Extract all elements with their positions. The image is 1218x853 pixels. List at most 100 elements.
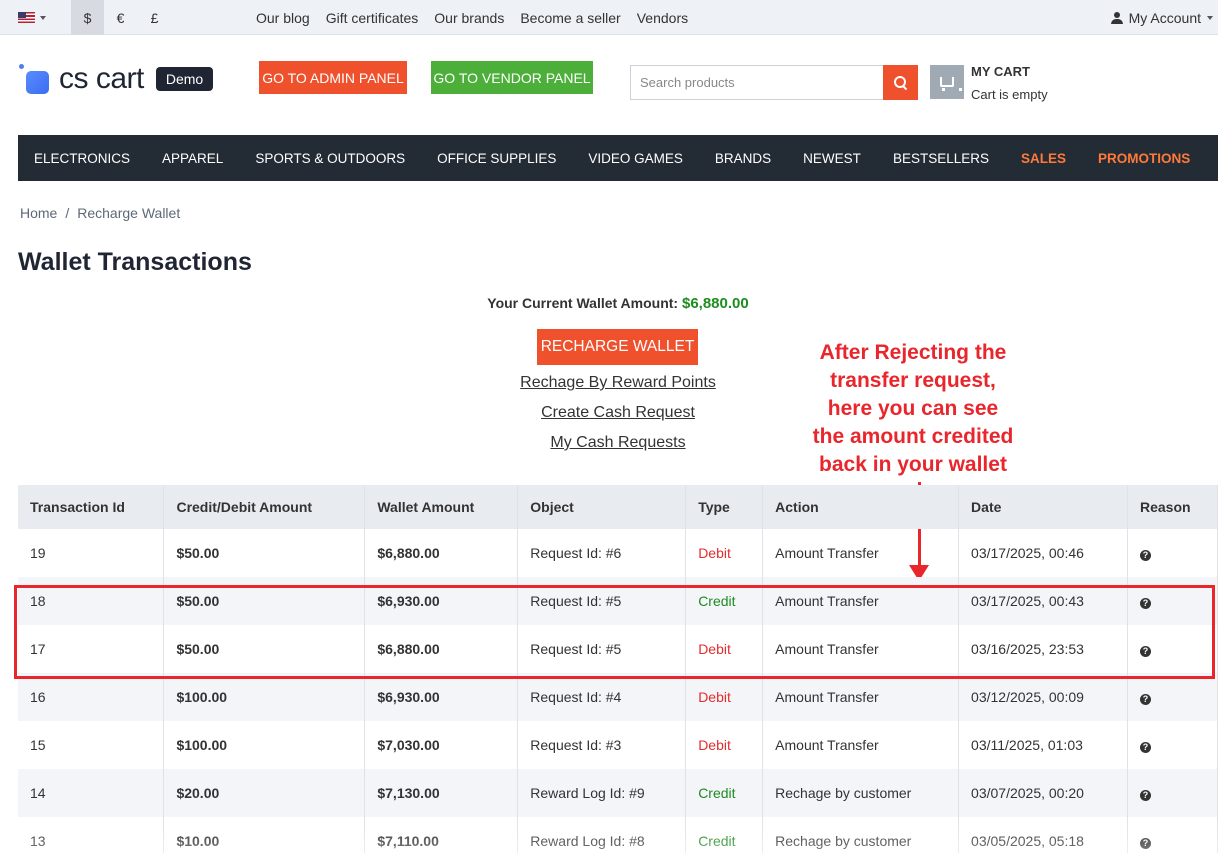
annotation-line: the amount credited	[812, 425, 1014, 448]
cell-id: 17	[18, 625, 165, 673]
link-become-seller[interactable]: Become a seller	[520, 10, 620, 26]
cell-amount: $50.00	[163, 529, 366, 577]
cell-wallet: $6,930.00	[364, 577, 519, 625]
cell-id: 16	[18, 673, 165, 721]
help-icon[interactable]: ?	[1139, 598, 1151, 609]
table-row: 14 $20.00 $7,130.00 Reward Log Id: #9 Cr…	[18, 769, 1218, 817]
cell-reason: ?	[1127, 769, 1218, 817]
annotation-line: transfer request,	[830, 369, 996, 392]
help-icon[interactable]: ?	[1139, 742, 1151, 753]
search-button[interactable]	[883, 65, 918, 100]
table-header-row: Transaction Id Credit/Debit Amount Walle…	[18, 485, 1218, 529]
wallet-amount-label: Your Current Wallet Amount:	[487, 295, 679, 311]
breadcrumb: Home / Recharge Wallet	[20, 205, 180, 221]
cell-action: Rechage by customer	[762, 769, 960, 817]
nav-item-electronics[interactable]: ELECTRONICS	[34, 151, 130, 166]
help-icon[interactable]: ?	[1139, 550, 1151, 561]
cell-reason: ?	[1127, 625, 1218, 673]
table-row: 19 $50.00 $6,880.00 Request Id: #6 Debit…	[18, 529, 1218, 577]
reward-points-link[interactable]: Rechage By Reward Points	[0, 374, 1218, 392]
create-cash-request-link[interactable]: Create Cash Request	[0, 404, 1218, 422]
nav-item-apparel[interactable]: APPAREL	[162, 151, 223, 166]
logo[interactable]: cs cart Demo	[19, 62, 214, 96]
cell-amount: $20.00	[163, 769, 366, 817]
cell-id: 13	[18, 817, 165, 853]
annotation-line: back in your wallet	[819, 453, 1007, 476]
cell-wallet: $6,880.00	[364, 529, 519, 577]
nav-item-bestsellers[interactable]: BESTSELLERS	[893, 151, 989, 166]
link-vendors[interactable]: Vendors	[637, 10, 688, 26]
cell-amount: $100.00	[163, 673, 366, 721]
link-our-blog[interactable]: Our blog	[256, 10, 310, 26]
cell-amount: $100.00	[163, 721, 366, 769]
cell-id: 19	[18, 529, 165, 577]
cell-object: Request Id: #5	[517, 577, 687, 625]
admin-panel-button[interactable]: GO TO ADMIN PANEL	[259, 61, 407, 94]
help-icon[interactable]: ?	[1139, 694, 1151, 705]
nav-item-sports-outdoors[interactable]: SPORTS & OUTDOORS	[255, 151, 405, 166]
link-our-brands[interactable]: Our brands	[434, 10, 504, 26]
recharge-wallet-button[interactable]: RECHARGE WALLET	[537, 329, 698, 365]
nav-item-office-supplies[interactable]: OFFICE SUPPLIES	[437, 151, 556, 166]
cell-amount: $10.00	[163, 817, 366, 853]
header-type: Type	[685, 485, 764, 529]
transactions-table: Transaction Id Credit/Debit Amount Walle…	[18, 485, 1218, 853]
annotation-text: After Rejecting the transfer request, he…	[797, 339, 1029, 479]
header-reason: Reason	[1127, 485, 1218, 529]
cell-date: 03/17/2025, 00:46	[958, 529, 1128, 577]
currency-eur[interactable]: €	[104, 0, 137, 35]
cart-icon	[940, 77, 962, 91]
cell-type: Debit	[685, 625, 764, 673]
cell-object: Reward Log Id: #9	[517, 769, 687, 817]
cell-action: Rechage by customer	[762, 817, 960, 853]
nav-item-promotions[interactable]: PROMOTIONS	[1098, 151, 1190, 166]
cell-type: Debit	[685, 721, 764, 769]
nav-item-newest[interactable]: NEWEST	[803, 151, 861, 166]
demo-badge: Demo	[155, 67, 214, 91]
cell-type: Debit	[685, 529, 764, 577]
wallet-amount-value: $6,880.00	[681, 295, 749, 312]
language-selector[interactable]	[18, 0, 68, 35]
cell-date: 03/11/2025, 01:03	[958, 721, 1128, 769]
cell-object: Request Id: #3	[517, 721, 687, 769]
header-amount: Credit/Debit Amount	[163, 485, 366, 529]
help-icon[interactable]: ?	[1139, 838, 1151, 849]
cell-wallet: $7,110.00	[364, 817, 519, 853]
help-icon[interactable]: ?	[1139, 790, 1151, 801]
currency-usd[interactable]: $	[71, 0, 104, 35]
cart-status: Cart is empty	[971, 87, 1048, 102]
cart-title[interactable]: MY CART	[971, 64, 1030, 79]
nav-item-video-games[interactable]: VIDEO GAMES	[588, 151, 683, 166]
search-input[interactable]	[630, 65, 883, 100]
table-row: 15 $100.00 $7,030.00 Request Id: #3 Debi…	[18, 721, 1218, 769]
cell-action: Amount Transfer	[762, 625, 960, 673]
cell-object: Request Id: #4	[517, 673, 687, 721]
link-gift-certificates[interactable]: Gift certificates	[326, 10, 419, 26]
breadcrumb-separator: /	[65, 205, 70, 221]
cell-reason: ?	[1127, 577, 1218, 625]
cell-reason: ?	[1127, 817, 1218, 853]
header-object: Object	[517, 485, 687, 529]
annotation-line: After Rejecting the	[819, 341, 1007, 364]
help-icon[interactable]: ?	[1139, 646, 1151, 657]
table-row: 17 $50.00 $6,880.00 Request Id: #5 Debit…	[18, 625, 1218, 673]
search-box	[630, 65, 918, 100]
cell-date: 03/12/2025, 00:09	[958, 673, 1128, 721]
table-row: 13 $10.00 $7,110.00 Reward Log Id: #8 Cr…	[18, 817, 1218, 853]
page-title: Wallet Transactions	[18, 248, 252, 276]
cell-wallet: $6,930.00	[364, 673, 519, 721]
cell-action: Amount Transfer	[762, 529, 960, 577]
table-row: 16 $100.00 $6,930.00 Request Id: #4 Debi…	[18, 673, 1218, 721]
my-account-menu[interactable]: My Account	[1110, 0, 1213, 35]
breadcrumb-home[interactable]: Home	[20, 205, 57, 221]
cell-id: 15	[18, 721, 165, 769]
user-icon	[1110, 11, 1123, 24]
my-cash-requests-link[interactable]: My Cash Requests	[0, 434, 1218, 452]
cell-object: Request Id: #5	[517, 625, 687, 673]
cell-wallet: $6,880.00	[364, 625, 519, 673]
currency-gbp[interactable]: £	[138, 0, 171, 35]
cart-button[interactable]	[930, 65, 964, 99]
vendor-panel-button[interactable]: GO TO VENDOR PANEL	[431, 61, 593, 94]
nav-item-brands[interactable]: BRANDS	[715, 151, 771, 166]
nav-item-sales[interactable]: SALES	[1021, 151, 1066, 166]
